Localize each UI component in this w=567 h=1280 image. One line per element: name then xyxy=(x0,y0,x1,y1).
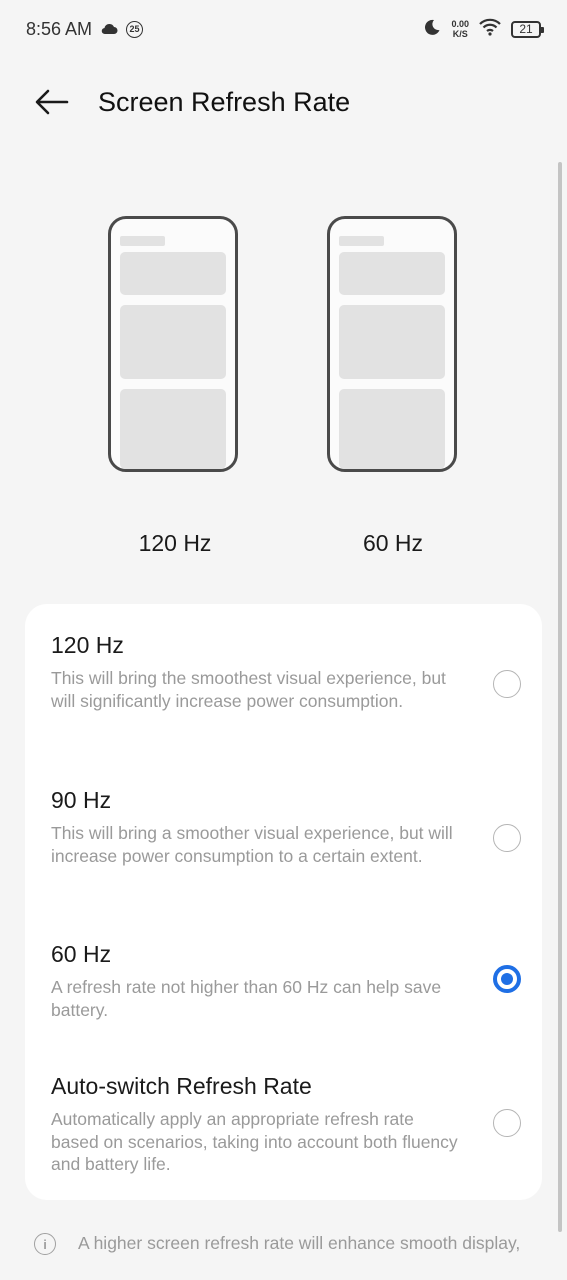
radio-button-120hz[interactable] xyxy=(493,670,521,698)
option-90hz[interactable]: 90 Hz This will bring a smoother visual … xyxy=(51,787,521,867)
info-note: i A higher screen refresh rate will enha… xyxy=(34,1232,534,1258)
option-title: 90 Hz xyxy=(51,787,112,813)
info-note-text: A higher screen refresh rate will enhanc… xyxy=(78,1233,521,1258)
status-bar-right: 0.00 K/S 21 xyxy=(423,18,544,41)
radio-button-60hz[interactable] xyxy=(493,965,521,993)
phone-preview-block xyxy=(120,305,226,379)
phone-preview-block xyxy=(339,389,445,469)
page-title: Screen Refresh Rate xyxy=(98,86,351,117)
phone-preview-block xyxy=(339,252,445,295)
status-bar-left: 8:56 AM 25 xyxy=(26,18,144,40)
radio-button-auto-switch[interactable] xyxy=(493,1109,521,1137)
option-60hz[interactable]: 60 Hz A refresh rate not higher than 60 … xyxy=(51,941,521,1021)
phone-preview-bar xyxy=(339,236,384,246)
preview-label-right: 60 Hz xyxy=(362,530,424,556)
option-description: A refresh rate not higher than 60 Hz can… xyxy=(51,977,442,1020)
option-120hz[interactable]: 120 Hz This will bring the smoothest vis… xyxy=(51,632,521,712)
phone-preview-bar xyxy=(120,236,165,246)
refresh-rate-options-card: 120 Hz This will bring the smoothest vis… xyxy=(25,604,542,1200)
option-auto-switch[interactable]: Auto-switch Refresh Rate Automatically a… xyxy=(51,1073,521,1176)
option-title: 60 Hz xyxy=(51,941,112,967)
info-icon: i xyxy=(34,1233,56,1255)
page-header: Screen Refresh Rate xyxy=(0,72,567,132)
status-time: 8:56 AM xyxy=(26,18,93,39)
net-speed-unit: K/S xyxy=(452,29,468,39)
option-title: 120 Hz xyxy=(51,632,124,658)
wifi-icon xyxy=(479,18,501,41)
phone-preview-120hz xyxy=(108,216,238,472)
option-description: Automatically apply an appropriate refre… xyxy=(51,1109,458,1174)
phone-preview-block xyxy=(339,305,445,379)
notification-badge: 25 xyxy=(126,20,144,38)
radio-button-90hz[interactable] xyxy=(493,824,521,852)
moon-icon xyxy=(423,18,441,41)
status-bar: 8:56 AM 25 0.00 K/S 21 xyxy=(0,0,567,58)
option-description: This will bring the smoothest visual exp… xyxy=(51,668,446,711)
battery-icon: 21 xyxy=(511,20,544,38)
cloud-icon xyxy=(100,19,118,40)
back-arrow-icon xyxy=(35,89,69,115)
phone-preview-block xyxy=(120,252,226,295)
option-title: Auto-switch Refresh Rate xyxy=(51,1073,312,1099)
preview-label-left: 120 Hz xyxy=(138,530,212,556)
network-speed: 0.00 K/S xyxy=(451,19,469,39)
net-speed-value: 0.00 xyxy=(451,19,469,29)
back-button[interactable] xyxy=(22,72,82,132)
phone-preview-60hz xyxy=(327,216,457,472)
phone-preview-block xyxy=(120,389,226,469)
refresh-rate-preview: 120 Hz 60 Hz xyxy=(0,214,567,574)
option-description: This will bring a smoother visual experi… xyxy=(51,823,453,866)
